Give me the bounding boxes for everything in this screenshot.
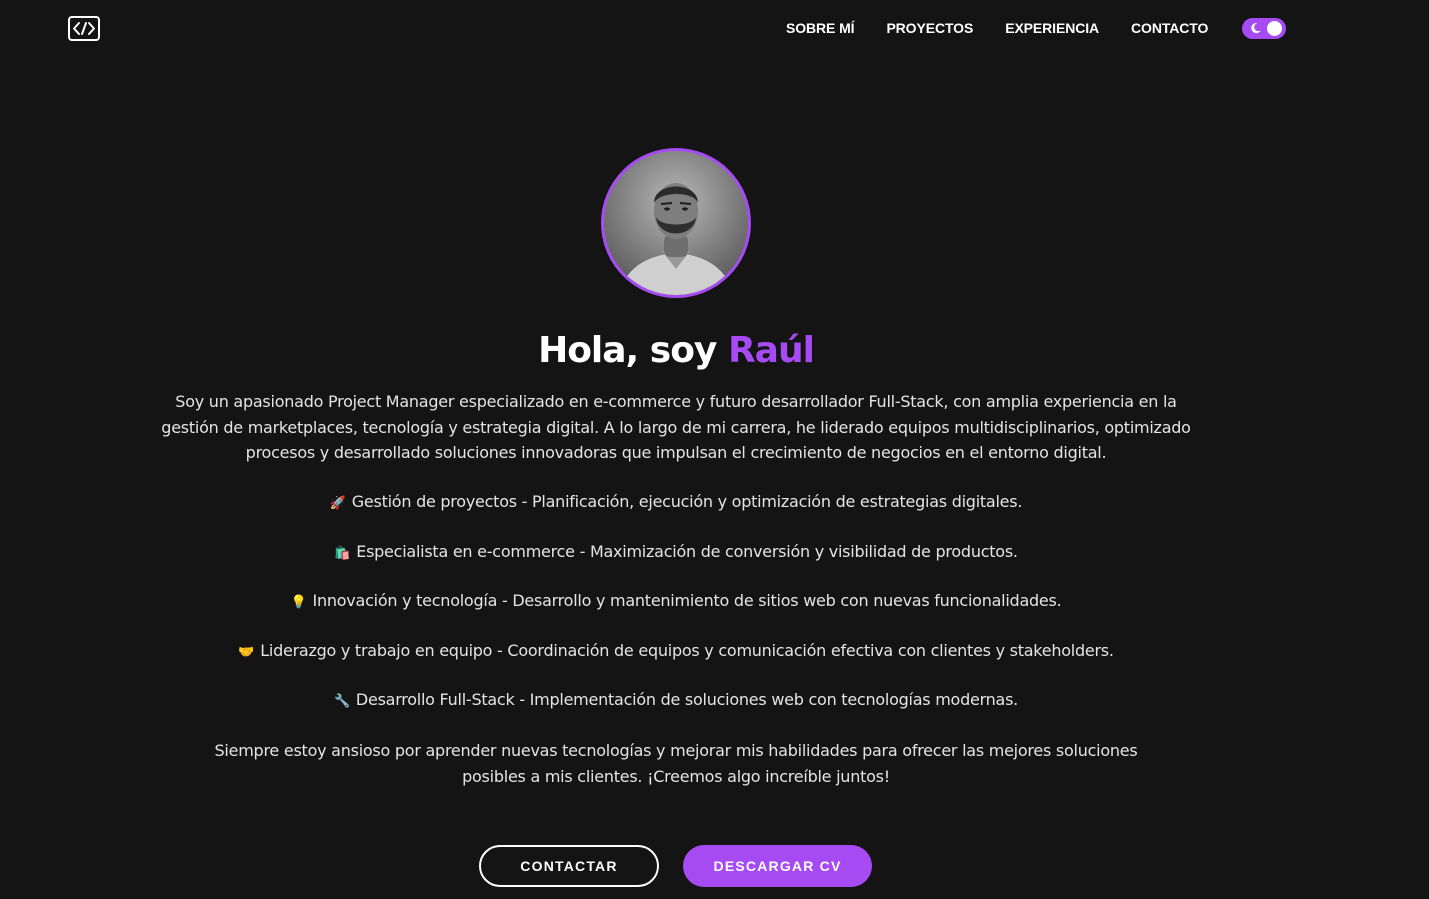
logo[interactable] — [68, 16, 100, 41]
theme-toggle[interactable] — [1242, 18, 1286, 39]
closing-paragraph: Siempre estoy ansioso por aprender nueva… — [214, 741, 1138, 786]
nav-link-experiencia[interactable]: EXPERIENCIA — [1005, 19, 1099, 37]
nav-link-proyectos[interactable]: PROYECTOS — [886, 19, 973, 37]
skill-text: Gestión de proyectos - Planificación, ej… — [351, 492, 1023, 511]
download-cv-button[interactable]: DESCARGAR CV — [683, 845, 872, 887]
skill-text: Especialista en e-commerce - Maximizació… — [356, 541, 1018, 561]
wrench-icon: 🔧 — [333, 694, 350, 710]
nav-link-contacto[interactable]: CONTACTO — [1131, 19, 1208, 37]
skill-item-ecommerce: 🛍️ Especialista en e-commerce - Maximizac… — [0, 539, 1352, 589]
intro-paragraph: Soy un apasionado Project Manager especi… — [161, 392, 1191, 462]
shopping-bags-icon: 🛍️ — [334, 545, 351, 561]
skill-text: Liderazgo y trabajo en equipo - Coordina… — [260, 640, 1114, 660]
nav-link-sobre-mi[interactable]: SOBRE MÍ — [786, 19, 855, 37]
profile-photo — [604, 151, 748, 295]
hero-title-prefix: Hola, soy — [538, 330, 717, 371]
toggle-knob — [1267, 21, 1282, 36]
contact-button[interactable]: CONTACTAR — [479, 845, 659, 887]
lightbulb-icon: 💡 — [290, 595, 307, 611]
skills-list: 🚀 Gestión de proyectos - Planificación, e… — [0, 489, 1352, 737]
profile-avatar — [601, 148, 751, 298]
moon-icon — [1251, 23, 1261, 34]
skill-item-innovacion: 💡 Innovación y tecnología - Desarrollo y … — [0, 588, 1352, 638]
rocket-icon: 🚀 — [329, 496, 346, 511]
code-brackets-icon — [73, 22, 95, 35]
skill-item-liderazgo: 🤝 Liderazgo y trabajo en equipo - Coordin… — [0, 638, 1352, 688]
hero-title: Hola, soy Raúl — [0, 328, 1352, 374]
site-header: SOBRE MÍ PROYECTOS EXPERIENCIA CONTACTO — [0, 0, 1429, 56]
main-nav: SOBRE MÍ PROYECTOS EXPERIENCIA CONTACTO — [786, 19, 1208, 37]
skill-item-gestion: 🚀 Gestión de proyectos - Planificación, e… — [0, 489, 1352, 539]
handshake-icon: 🤝 — [238, 644, 255, 660]
skill-text: Desarrollo Full-Stack - Implementación d… — [355, 690, 1018, 710]
page: SOBRE MÍ PROYECTOS EXPERIENCIA CONTACTO — [0, 0, 1429, 899]
skill-item-fullstack: 🔧 Desarrollo Full-Stack - Implementación … — [0, 687, 1352, 737]
hero-title-name: Raúl — [727, 330, 815, 371]
skill-text: Innovación y tecnología - Desarrollo y m… — [312, 591, 1062, 611]
